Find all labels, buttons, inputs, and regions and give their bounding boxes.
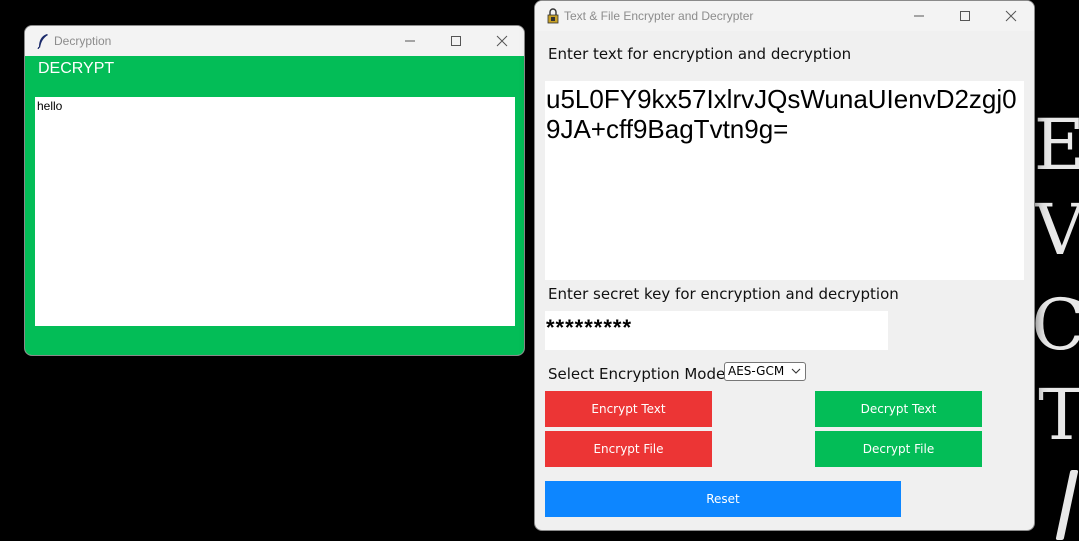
close-icon [496, 35, 508, 47]
window-title: Text & File Encrypter and Decrypter [564, 9, 754, 23]
minimize-icon [914, 15, 924, 17]
close-button[interactable] [479, 26, 524, 56]
feather-icon [37, 34, 48, 49]
window-title: Decryption [54, 34, 112, 48]
wallpaper-slash [1055, 470, 1079, 540]
chevron-down-icon [791, 368, 801, 374]
encrypt-text-button[interactable]: Encrypt Text [545, 391, 712, 427]
close-button[interactable] [988, 1, 1034, 31]
decrypted-text-area[interactable]: hello [35, 97, 515, 326]
text-input-label: Enter text for encryption and decryption [548, 45, 852, 63]
reset-button[interactable]: Reset [545, 481, 901, 517]
decrypt-heading: DECRYPT [38, 60, 115, 77]
decryption-window: Decryption DECRYPT hello [24, 25, 525, 356]
key-input-label: Enter secret key for encryption and decr… [548, 285, 899, 303]
minimize-button[interactable] [387, 26, 433, 56]
decrypted-text: hello [37, 99, 63, 113]
decrypt-text-button[interactable]: Decrypt Text [815, 391, 982, 427]
decrypt-file-button[interactable]: Decrypt File [815, 431, 982, 467]
mode-label: Select Encryption Mode: [548, 365, 731, 383]
encrypter-window: Text & File Encrypter and Decrypter Ente… [534, 0, 1035, 531]
encryption-mode-select[interactable]: AES-GCM [724, 362, 806, 381]
text-input-value: u5L0FY9kx57IxlrvJQsWunaUIenvD2zgj09JA+cf… [546, 84, 1017, 144]
wallpaper-letter: T [1038, 374, 1079, 456]
maximize-button[interactable] [433, 26, 479, 56]
minimize-button[interactable] [896, 1, 942, 31]
wallpaper-letter: V [1034, 189, 1079, 271]
app-icon [547, 8, 559, 24]
maximize-icon [451, 36, 461, 46]
maximize-button[interactable] [942, 1, 988, 31]
text-input-area[interactable]: u5L0FY9kx57IxlrvJQsWunaUIenvD2zgj09JA+cf… [545, 81, 1024, 280]
decrypt-panel: DECRYPT hello [25, 56, 524, 355]
minimize-icon [405, 40, 415, 42]
mode-selected-value: AES-GCM [728, 364, 785, 378]
title-bar[interactable]: Decryption [25, 26, 524, 56]
secret-key-value: ********* [546, 315, 633, 340]
secret-key-field[interactable]: ********* [545, 311, 888, 350]
wallpaper-letter: E [1033, 104, 1079, 186]
encrypt-file-button[interactable]: Encrypt File [545, 431, 712, 467]
close-icon [1005, 10, 1017, 22]
maximize-icon [960, 11, 970, 21]
wallpaper-letter: C [1031, 284, 1079, 366]
title-bar[interactable]: Text & File Encrypter and Decrypter [535, 1, 1034, 31]
